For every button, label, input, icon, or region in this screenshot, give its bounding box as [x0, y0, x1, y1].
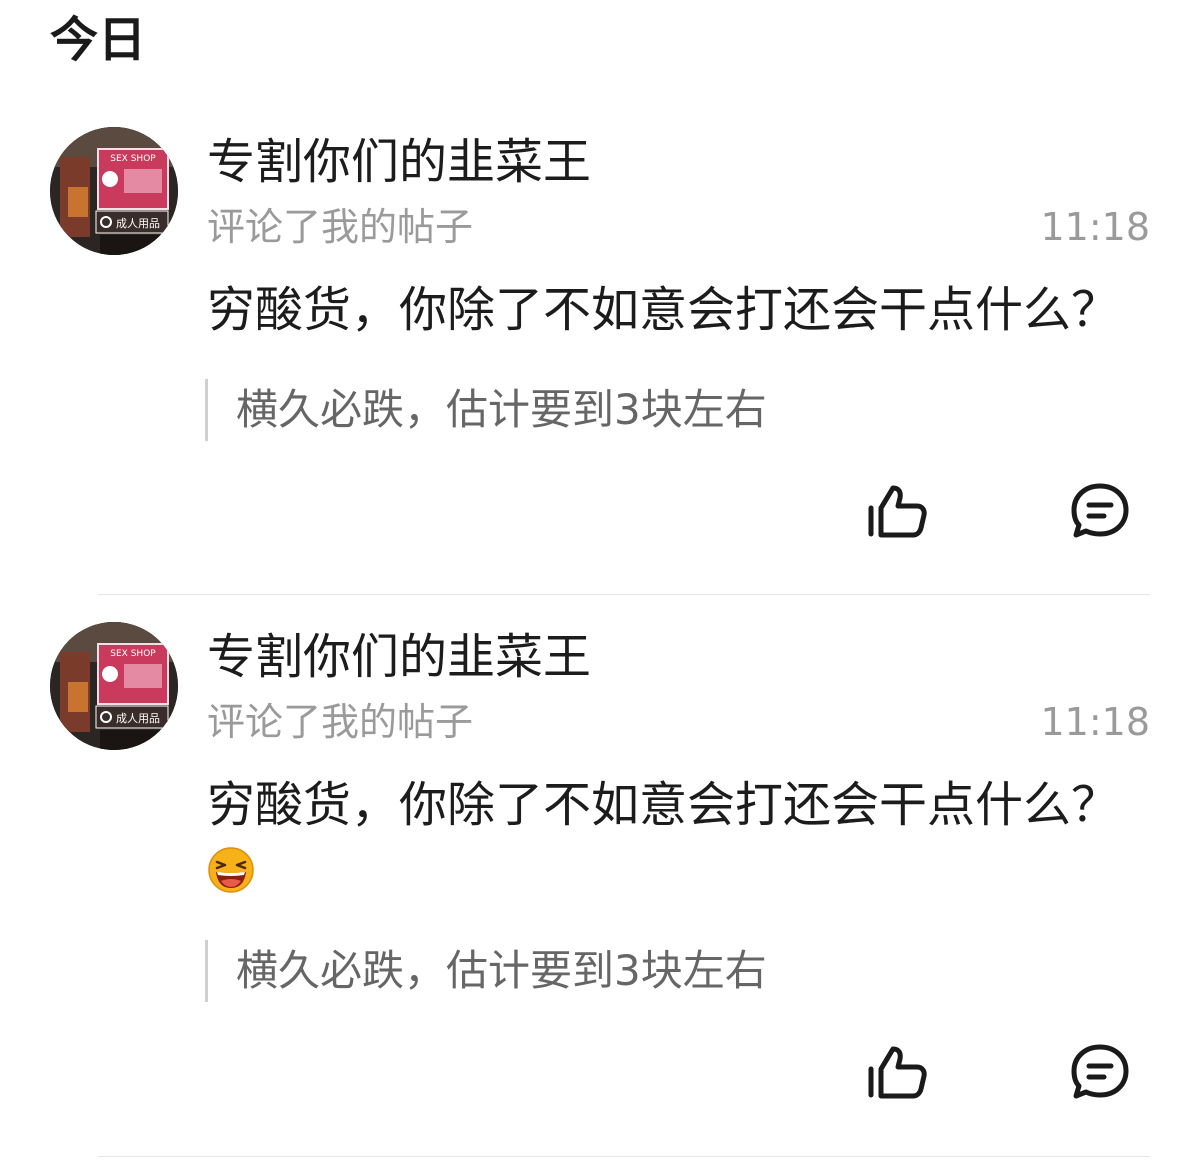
timestamp: 11:18	[1040, 700, 1150, 744]
quoted-post-text: 横久必跌，估计要到3块左右	[236, 385, 767, 434]
comment-bubble-icon	[1071, 483, 1129, 538]
comment-text: 穷酸货，你除了不如意会打还会干点什么？	[207, 282, 1120, 338]
reply-button[interactable]	[1068, 480, 1132, 544]
avatar-sign-bottom: 成人用品	[116, 217, 160, 230]
comment-bubble-icon	[1071, 1044, 1129, 1099]
quoted-post-text: 横久必跌，估计要到3块左右	[236, 946, 767, 995]
thumbs-up-icon	[868, 1046, 927, 1099]
like-button[interactable]	[865, 480, 929, 544]
avatar-sign-top: SEX SHOP	[110, 154, 156, 164]
divider	[98, 594, 1150, 595]
section-title-today: 今日	[50, 12, 147, 68]
quoted-post[interactable]: 横久必跌，估计要到3块左右	[205, 940, 1148, 1002]
like-button[interactable]	[865, 1041, 929, 1105]
avatar[interactable]: SEX SHOP 成人用品	[50, 622, 178, 750]
laughing-emoji-icon	[207, 846, 255, 894]
avatar-sign-top: SEX SHOP	[110, 649, 156, 659]
avatar-sign-bottom: 成人用品	[116, 712, 160, 725]
reply-button[interactable]	[1068, 1041, 1132, 1105]
divider	[98, 1156, 1150, 1157]
thumbs-up-icon	[868, 485, 927, 538]
timestamp: 11:18	[1040, 205, 1150, 249]
user-name[interactable]: 专割你们的韭菜王	[207, 628, 591, 686]
notification-card[interactable]: SEX SHOP 成人用品 专割你们的韭菜王 评论了我的帖子 11:18 穷酸货…	[0, 622, 1200, 1159]
comment-text: 穷酸货，你除了不如意会打还会干点什么？	[207, 777, 1120, 833]
notification-card[interactable]: SEX SHOP 成人用品 专割你们的韭菜王 评论了我的帖子 11:18 穷酸货…	[0, 127, 1200, 596]
action-text: 评论了我的帖子	[207, 205, 474, 249]
avatar[interactable]: SEX SHOP 成人用品	[50, 127, 178, 255]
quoted-post[interactable]: 横久必跌，估计要到3块左右	[205, 379, 1148, 441]
user-name[interactable]: 专割你们的韭菜王	[207, 133, 591, 191]
action-text: 评论了我的帖子	[207, 700, 474, 744]
